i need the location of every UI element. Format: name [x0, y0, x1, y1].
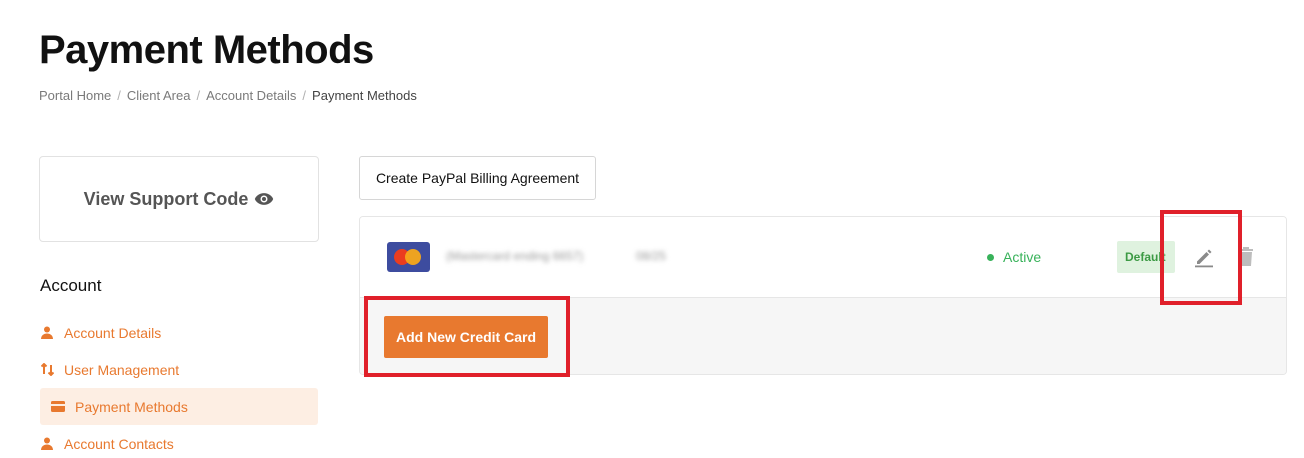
breadcrumb-current: Payment Methods	[312, 88, 417, 103]
add-new-credit-card-button[interactable]: Add New Credit Card	[384, 316, 548, 358]
breadcrumb: Portal Home / Client Area / Account Deta…	[39, 88, 417, 103]
payment-method-row[interactable]: (Mastercard ending 6657) 08/25 Active De…	[360, 217, 1286, 298]
pencil-icon	[1195, 249, 1213, 268]
sidebar-item-label: Payment Methods	[75, 398, 188, 415]
create-paypal-billing-agreement-button[interactable]: Create PayPal Billing Agreement	[359, 156, 596, 200]
breadcrumb-client-area[interactable]: Client Area	[127, 88, 191, 103]
panel-footer: Add New Credit Card	[360, 298, 1286, 374]
sidebar-nav: Account Details User Management Payment …	[40, 314, 318, 458]
breadcrumb-account-details[interactable]: Account Details	[206, 88, 296, 103]
card-description: (Mastercard ending 6657)	[446, 249, 584, 263]
page-title: Payment Methods	[39, 28, 374, 72]
sidebar-item-label: Account Details	[64, 324, 162, 341]
status-label: Active	[1003, 249, 1042, 265]
eye-icon	[255, 193, 274, 205]
view-support-code-button[interactable]: View Support Code	[39, 156, 319, 242]
edit-button[interactable]	[1193, 246, 1215, 268]
sidebar-item-label: User Management	[64, 361, 180, 378]
support-code-label: View Support Code	[83, 188, 249, 209]
sidebar-heading: Account	[40, 276, 102, 295]
sidebar-item-account-details[interactable]: Account Details	[40, 314, 318, 351]
breadcrumb-portal-home[interactable]: Portal Home	[39, 88, 111, 103]
status-dot-icon	[987, 253, 994, 261]
delete-button[interactable]	[1237, 246, 1255, 268]
sidebar-item-user-management[interactable]: User Management	[40, 351, 318, 388]
default-badge: Default	[1117, 241, 1175, 273]
breadcrumb-separator: /	[302, 88, 307, 103]
sidebar-item-label: Account Contacts	[64, 435, 174, 452]
breadcrumb-separator: /	[196, 88, 201, 103]
card-expiry: 08/25	[636, 249, 667, 263]
user-icon	[40, 326, 54, 340]
payment-methods-panel: (Mastercard ending 6657) 08/25 Active De…	[359, 216, 1287, 375]
user-icon	[40, 437, 54, 451]
status-badge: Active	[987, 249, 1041, 265]
sort-arrows-icon	[40, 363, 54, 377]
breadcrumb-separator: /	[117, 88, 121, 103]
mastercard-icon	[387, 242, 430, 272]
sidebar-item-payment-methods[interactable]: Payment Methods	[40, 388, 318, 425]
sidebar-item-account-contacts[interactable]: Account Contacts	[40, 425, 318, 458]
credit-card-icon	[51, 400, 65, 414]
trash-icon	[1239, 247, 1253, 266]
